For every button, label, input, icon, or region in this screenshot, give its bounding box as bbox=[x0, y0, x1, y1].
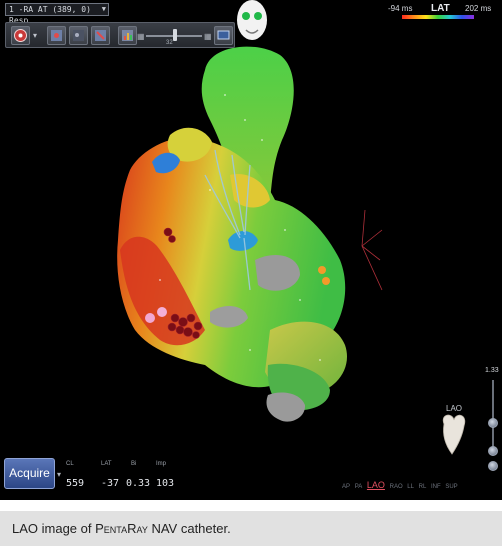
caption-suffix: NAV catheter. bbox=[147, 521, 231, 536]
lat-color-scale[interactable] bbox=[402, 15, 474, 19]
chevron-down-icon: ▼ bbox=[101, 5, 106, 13]
view-toolbar: ▾ ▦ 32 ▦ bbox=[5, 22, 235, 48]
orientation-label: LAO bbox=[446, 404, 463, 413]
view-presets: AP PA LAO RAO LL RL INF SUP bbox=[342, 480, 461, 490]
grid-large-icon: ▦ bbox=[204, 32, 212, 41]
points-delete-icon bbox=[95, 30, 106, 41]
target-icon bbox=[14, 29, 27, 42]
scale-min-value: -94 ms bbox=[388, 4, 413, 13]
chevron-down-icon[interactable]: ▾ bbox=[33, 31, 37, 40]
map-selector-dropdown[interactable]: 1 -RA AT (389, 0) Resp ▼ bbox=[5, 3, 109, 25]
metric-label-imp: Imp bbox=[156, 461, 167, 467]
view-lao[interactable]: LAO bbox=[367, 480, 385, 490]
points-edit-icon bbox=[73, 30, 84, 41]
metric-value-bi: 0.33 bbox=[126, 478, 151, 489]
metric-value-cl: 559 bbox=[66, 478, 85, 489]
metric-value-imp: 103 bbox=[156, 478, 175, 489]
zoom-value: 1.33 bbox=[485, 367, 499, 374]
bar-chart-icon bbox=[122, 30, 133, 41]
transparency-slider-value: 32 bbox=[166, 40, 173, 46]
scale-title: LAT bbox=[431, 3, 450, 14]
view-rao[interactable]: RAO bbox=[390, 484, 403, 490]
display-mode-button[interactable] bbox=[214, 26, 233, 45]
caption-prefix: LAO image of bbox=[12, 521, 96, 536]
zoom-slider-knob[interactable] bbox=[488, 418, 498, 428]
transparency-slider-thumb[interactable] bbox=[173, 29, 177, 41]
figure-caption-bar: LAO image of PentaRay NAV catheter. bbox=[0, 511, 502, 546]
map-viewport[interactable]: 1 -RA AT (389, 0) Resp ▼ ▾ ▦ 32 ▦ -94 ms… bbox=[0, 0, 502, 500]
reset-view-button[interactable] bbox=[488, 446, 498, 456]
zoom-slider[interactable] bbox=[492, 380, 494, 450]
acquire-button[interactable]: Acquire bbox=[4, 458, 55, 489]
metric-value-lat: -37 bbox=[101, 478, 120, 489]
view-ll[interactable]: LL bbox=[407, 484, 414, 490]
chart-button[interactable] bbox=[118, 26, 137, 45]
metric-label-lat: LAT bbox=[101, 461, 112, 467]
edit-points-button[interactable] bbox=[69, 26, 88, 45]
scale-max-value: 202 ms bbox=[465, 4, 492, 13]
patient-head-icon[interactable] bbox=[232, 0, 272, 48]
map-point-icon bbox=[51, 30, 62, 41]
heart-map-model[interactable] bbox=[0, 0, 502, 500]
metric-label-cl: CL bbox=[66, 461, 74, 467]
point-tag-button[interactable] bbox=[47, 26, 66, 45]
caption-catheter: PentaRay bbox=[95, 521, 148, 536]
view-sup[interactable]: SUP bbox=[445, 484, 457, 490]
grid-small-icon: ▦ bbox=[137, 32, 145, 41]
view-inf[interactable]: INF bbox=[431, 484, 441, 490]
rotate-view-button[interactable] bbox=[488, 461, 498, 471]
view-pa[interactable]: PA bbox=[355, 484, 363, 490]
chevron-down-icon[interactable]: ▾ bbox=[57, 470, 61, 479]
view-ap[interactable]: AP bbox=[342, 484, 350, 490]
record-button[interactable] bbox=[11, 26, 30, 45]
monitor-icon bbox=[217, 30, 230, 40]
view-rl[interactable]: RL bbox=[419, 484, 427, 490]
metric-label-bi: Bi bbox=[131, 461, 137, 467]
delete-points-button[interactable] bbox=[91, 26, 110, 45]
figure-caption: LAO image of PentaRay NAV catheter. bbox=[12, 521, 231, 536]
